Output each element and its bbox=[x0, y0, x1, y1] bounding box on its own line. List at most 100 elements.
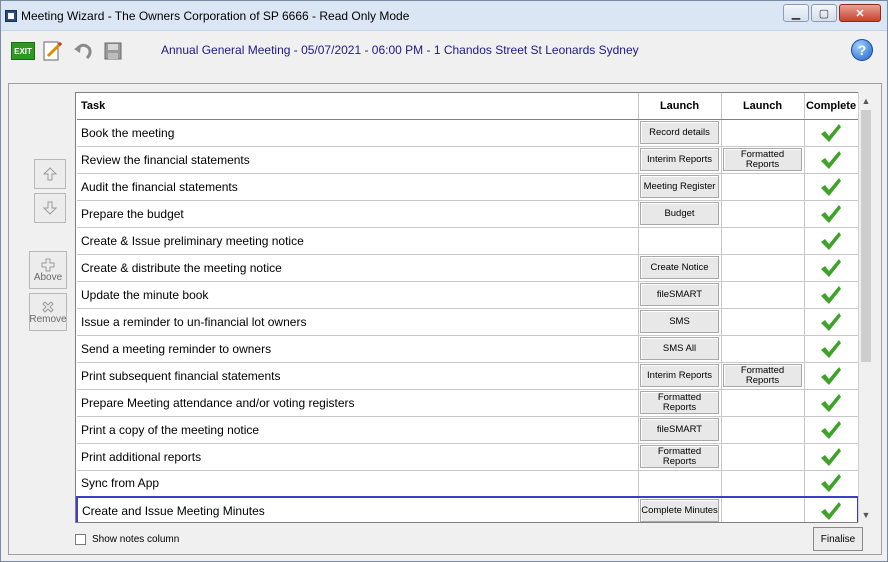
launch-cell-2 bbox=[721, 496, 805, 522]
table-row[interactable]: Review the financial statements Interim R… bbox=[77, 146, 859, 174]
close-button[interactable]: ✕ bbox=[839, 4, 881, 22]
scroll-down-arrow[interactable]: ▼ bbox=[859, 506, 873, 523]
launch-button[interactable]: Formatted Reports bbox=[723, 148, 802, 171]
launch-cell-1: Budget bbox=[638, 200, 722, 228]
table-row[interactable]: Update the minute book fileSMART bbox=[77, 281, 859, 309]
finalise-button[interactable]: Finalise bbox=[813, 527, 863, 551]
launch-cell-1: Complete Minutes bbox=[638, 496, 722, 522]
complete-cell[interactable] bbox=[804, 281, 859, 309]
task-cell: Create and Issue Meeting Minutes bbox=[76, 496, 639, 522]
complete-cell[interactable] bbox=[804, 200, 859, 228]
task-cell: Review the financial statements bbox=[77, 146, 639, 174]
launch-button[interactable]: Budget bbox=[640, 202, 719, 225]
task-cell: Sync from App bbox=[77, 470, 639, 498]
exit-icon: EXIT bbox=[11, 42, 35, 60]
table-row[interactable]: Prepare the budget Budget bbox=[77, 200, 859, 228]
launch-cell-1 bbox=[638, 227, 722, 255]
launch-button[interactable]: fileSMART bbox=[640, 283, 719, 306]
title-bar: Meeting Wizard - The Owners Corporation … bbox=[1, 1, 887, 31]
table-row[interactable]: Sync from App bbox=[77, 470, 859, 498]
checkmark-icon bbox=[821, 393, 841, 412]
table-row[interactable]: Prepare Meeting attendance and/or voting… bbox=[77, 389, 859, 417]
header-task: Task bbox=[77, 93, 639, 120]
launch-button[interactable]: Complete Minutes bbox=[640, 499, 719, 522]
save-button[interactable] bbox=[99, 37, 127, 65]
launch-button[interactable]: Interim Reports bbox=[640, 148, 719, 171]
table-row[interactable]: Send a meeting reminder to owners SMS All bbox=[77, 335, 859, 363]
launch-cell-1: SMS bbox=[638, 308, 722, 336]
complete-cell[interactable] bbox=[804, 254, 859, 282]
launch-button[interactable]: SMS bbox=[640, 310, 719, 333]
maximize-button[interactable]: ▢ bbox=[811, 4, 837, 22]
arrow-up-icon bbox=[42, 167, 58, 181]
table-row[interactable]: Print a copy of the meeting notice fileSM… bbox=[77, 416, 859, 444]
complete-cell[interactable] bbox=[804, 362, 859, 390]
show-notes-checkbox[interactable] bbox=[75, 534, 86, 545]
launch-cell-2 bbox=[721, 119, 805, 147]
window-title: Meeting Wizard - The Owners Corporation … bbox=[21, 8, 410, 23]
table-row[interactable]: Create & Issue preliminary meeting notic… bbox=[77, 227, 859, 255]
complete-cell[interactable] bbox=[804, 470, 859, 498]
header-launch-2: Launch bbox=[721, 93, 805, 120]
launch-button[interactable]: SMS All bbox=[640, 337, 719, 360]
table-row[interactable]: Create & distribute the meeting notice Cr… bbox=[77, 254, 859, 282]
launch-button[interactable]: Record details bbox=[640, 121, 719, 144]
launch-cell-2: Formatted Reports bbox=[721, 146, 805, 174]
complete-cell[interactable] bbox=[804, 389, 859, 417]
launch-button[interactable]: Formatted Reports bbox=[640, 391, 719, 414]
complete-cell[interactable] bbox=[804, 227, 859, 255]
header-complete: Complete bbox=[804, 93, 859, 120]
launch-cell-1: fileSMART bbox=[638, 281, 722, 309]
minimize-button[interactable]: ▁ bbox=[783, 4, 809, 22]
complete-cell[interactable] bbox=[804, 119, 859, 147]
grid-scrollbar[interactable]: ▲ ▼ bbox=[858, 92, 872, 523]
checkmark-icon bbox=[821, 474, 841, 493]
help-icon[interactable]: ? bbox=[851, 39, 873, 61]
checkmark-icon bbox=[821, 177, 841, 196]
task-cell: Print additional reports bbox=[77, 443, 639, 471]
undo-icon bbox=[74, 43, 92, 60]
table-row[interactable]: Create and Issue Meeting Minutes Complete… bbox=[76, 496, 859, 522]
show-notes-toggle[interactable]: Show notes column bbox=[75, 534, 179, 545]
launch-cell-2 bbox=[721, 308, 805, 336]
scroll-thumb[interactable] bbox=[861, 110, 871, 362]
complete-cell[interactable] bbox=[804, 308, 859, 336]
launch-cell-2 bbox=[721, 254, 805, 282]
launch-cell-1: Meeting Register bbox=[638, 173, 722, 201]
table-row[interactable]: Print subsequent financial statements Int… bbox=[77, 362, 859, 390]
move-up-button[interactable] bbox=[34, 159, 66, 189]
launch-button[interactable]: Create Notice bbox=[640, 256, 719, 279]
undo-button[interactable] bbox=[69, 37, 97, 65]
table-row[interactable]: Audit the financial statements Meeting Re… bbox=[77, 173, 859, 201]
move-down-button[interactable] bbox=[34, 193, 66, 223]
exit-button[interactable]: EXIT bbox=[9, 37, 37, 65]
complete-cell[interactable] bbox=[804, 335, 859, 363]
edit-icon bbox=[43, 41, 63, 61]
add-above-button[interactable]: Above bbox=[29, 251, 67, 289]
launch-button[interactable]: fileSMART bbox=[640, 418, 719, 441]
edit-button[interactable] bbox=[39, 37, 67, 65]
table-row[interactable]: Book the meeting Record details bbox=[77, 119, 859, 147]
checkmark-icon bbox=[821, 231, 841, 250]
launch-button[interactable]: Formatted Reports bbox=[723, 364, 802, 387]
launch-button[interactable]: Formatted Reports bbox=[640, 445, 719, 468]
table-row[interactable]: Issue a reminder to un-financial lot own… bbox=[77, 308, 859, 336]
remove-button[interactable]: Remove bbox=[29, 293, 67, 331]
launch-button[interactable]: Meeting Register bbox=[640, 175, 719, 198]
task-cell: Print subsequent financial statements bbox=[77, 362, 639, 390]
launch-cell-1: Formatted Reports bbox=[638, 443, 722, 471]
complete-cell[interactable] bbox=[804, 416, 859, 444]
complete-cell[interactable] bbox=[804, 146, 859, 174]
show-notes-label: Show notes column bbox=[92, 534, 180, 545]
launch-cell-2 bbox=[721, 416, 805, 444]
header-launch-1: Launch bbox=[638, 93, 722, 120]
table-row[interactable]: Print additional reports Formatted Report… bbox=[77, 443, 859, 471]
task-cell: Send a meeting reminder to owners bbox=[77, 335, 639, 363]
launch-button[interactable]: Interim Reports bbox=[640, 364, 719, 387]
launch-cell-2 bbox=[721, 227, 805, 255]
scroll-up-arrow[interactable]: ▲ bbox=[859, 92, 873, 109]
task-table: Task Launch Launch Complete Book the mee… bbox=[76, 93, 859, 522]
complete-cell[interactable] bbox=[804, 443, 859, 471]
complete-cell[interactable] bbox=[804, 173, 859, 201]
complete-cell[interactable] bbox=[804, 496, 859, 522]
